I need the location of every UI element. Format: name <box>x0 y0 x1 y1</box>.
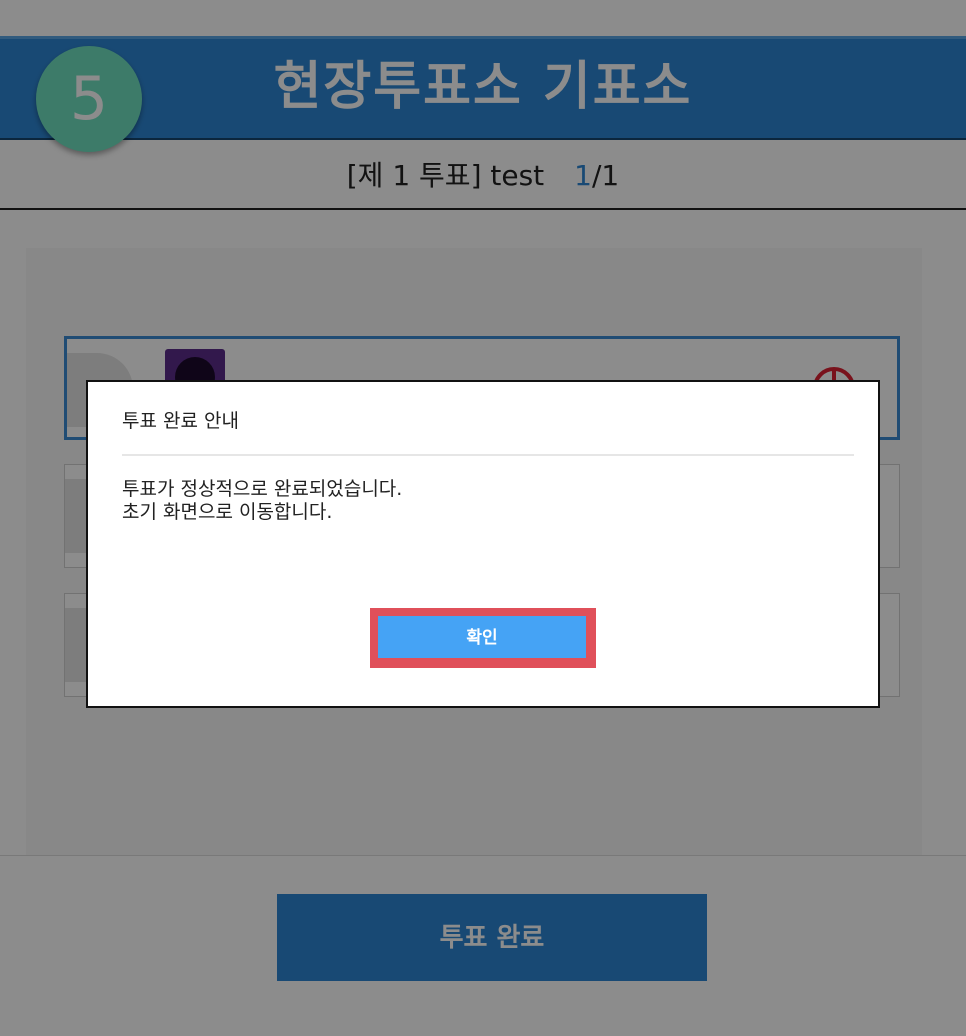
dialog-title: 투표 완료 안내 <box>122 410 239 432</box>
vote-complete-dialog: 투표 완료 안내 투표가 정상적으로 완료되었습니다. 초기 화면으로 이동합니… <box>86 380 880 708</box>
voting-booth-page: 현장투표소 기표소 5 [제 1 투표] test 1/1 투표 완료 투표 완료… <box>0 0 966 1036</box>
dialog-message-line-2: 초기 화면으로 이동합니다. <box>122 501 333 523</box>
dialog-message: 투표가 정상적으로 완료되었습니다. 초기 화면으로 이동합니다. <box>122 478 402 524</box>
confirm-button-highlight: 확인 <box>370 608 596 668</box>
dialog-divider <box>122 454 854 456</box>
confirm-button[interactable]: 확인 <box>378 616 586 658</box>
dialog-message-line-1: 투표가 정상적으로 완료되었습니다. <box>122 478 403 500</box>
